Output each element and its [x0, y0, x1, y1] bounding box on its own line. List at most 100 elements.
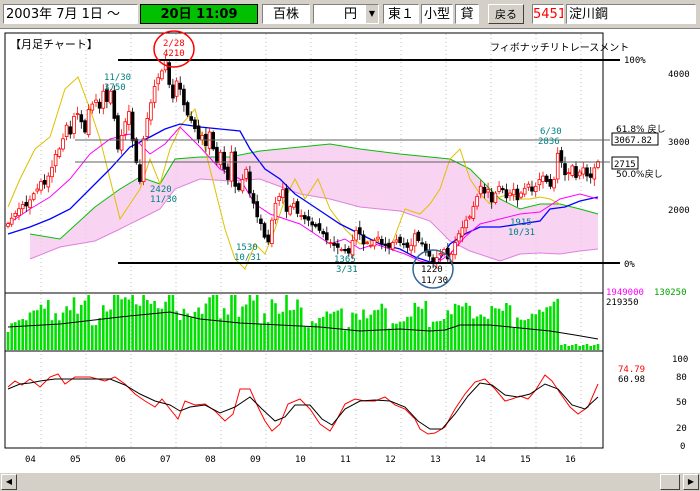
candle-body — [497, 185, 501, 192]
monthly-chart: 【月足チャート】 フィボナッチリトレースメント 100% 61.8% 戻し 50… — [4, 30, 690, 465]
volume-bar — [204, 303, 208, 350]
x-axis-label: 09 — [250, 455, 261, 465]
candle-body — [453, 242, 457, 256]
candle-body — [90, 103, 95, 111]
candle-body — [471, 206, 476, 219]
candle-body — [171, 84, 175, 99]
volume-bar — [391, 323, 395, 350]
volume-bar — [6, 332, 10, 350]
candle-body — [13, 212, 18, 217]
candle-body — [291, 202, 296, 208]
volume-bar — [171, 295, 175, 350]
volume-bar — [127, 299, 131, 350]
candle-body — [101, 90, 106, 109]
candle-body — [464, 219, 468, 229]
annotation-date: 6/30 — [540, 127, 562, 137]
candle-body — [237, 183, 241, 191]
candle-body — [251, 193, 256, 204]
candle-body — [248, 171, 252, 194]
candle-body — [233, 151, 238, 187]
scroll-left-icon[interactable]: ◀ — [1, 474, 17, 490]
candle-body — [500, 188, 505, 191]
candle-body — [519, 192, 523, 198]
volume-bar — [285, 295, 288, 350]
volume-bar — [116, 295, 120, 350]
start-date-field[interactable]: 2003年 7月 1日 ～ — [3, 4, 138, 24]
size-class-field: 小型 — [421, 4, 453, 24]
candle-body — [592, 167, 597, 180]
stoch-tick-0: 0 — [680, 442, 685, 452]
volume-bar — [512, 327, 515, 350]
chevron-down-icon[interactable]: ▼ — [366, 5, 378, 23]
volume-bar — [124, 297, 127, 350]
volume-bar — [472, 318, 475, 350]
volume-bar — [369, 314, 373, 350]
volume-bar — [72, 297, 76, 350]
stock-code-field[interactable]: 5451 — [532, 4, 564, 24]
volume-bar — [296, 299, 299, 350]
candle-body — [335, 243, 340, 248]
volume-bar — [178, 320, 182, 350]
candle-body — [57, 148, 62, 157]
volume-bar — [556, 298, 559, 350]
candle-body — [328, 242, 333, 245]
candle-body — [75, 113, 80, 115]
scroll-right-icon[interactable]: ▶ — [683, 474, 699, 490]
volume-bar — [259, 323, 263, 350]
volume-bar — [435, 321, 439, 350]
volume-bar — [211, 295, 215, 350]
volume-bar — [153, 301, 156, 350]
candle-body — [255, 201, 260, 218]
volume-bar — [292, 309, 296, 350]
volume-bar — [501, 310, 504, 350]
volume-bar — [65, 306, 68, 350]
scrollbar-thumb[interactable] — [660, 474, 680, 490]
candle-body — [350, 240, 355, 256]
candle-body — [570, 165, 575, 176]
volume-bar — [402, 321, 406, 350]
x-axis-label: 07 — [160, 455, 171, 465]
y-tick-4000: 4000 — [668, 70, 690, 80]
candle-body — [559, 150, 564, 163]
candle-body — [577, 171, 582, 177]
candle-body — [357, 227, 362, 235]
candle-body — [138, 164, 142, 182]
candle-body — [20, 204, 25, 210]
volume-bar — [39, 304, 43, 350]
candle-body — [24, 201, 29, 207]
x-axis-label: 15 — [520, 455, 531, 465]
horizontal-scrollbar[interactable]: ◀ ▶ — [0, 473, 700, 491]
volume-bar — [545, 307, 548, 350]
volume-bar — [358, 319, 362, 350]
volume-bar — [69, 310, 72, 350]
volume-bar — [516, 317, 519, 350]
x-axis-label: 08 — [205, 455, 216, 465]
candle-body — [478, 185, 483, 195]
volume-bar — [464, 302, 468, 350]
volume-bar — [274, 303, 277, 350]
volume-bar — [549, 306, 552, 350]
candle-body — [493, 192, 498, 203]
volume-bar — [574, 344, 578, 350]
candle-body — [581, 167, 586, 175]
volume-bars — [6, 295, 600, 350]
candle-body — [522, 187, 527, 195]
candle-body — [343, 248, 347, 252]
volume-bar — [281, 311, 285, 350]
candle-body — [83, 120, 87, 133]
back-button[interactable]: 戻る — [488, 4, 524, 24]
volume-bar — [578, 346, 581, 350]
volume-bar — [450, 314, 453, 350]
unit-field[interactable]: 百株 — [262, 4, 310, 24]
low-marker-date: 11/30 — [421, 276, 448, 286]
volume-bar — [420, 308, 424, 350]
candle-body — [339, 248, 344, 251]
annotation-price: 1915 — [510, 218, 532, 228]
candle-body — [409, 244, 413, 251]
candle-body — [376, 236, 380, 240]
candle-body — [324, 232, 329, 241]
volume-bar — [36, 310, 39, 350]
currency-select[interactable]: 円 ▼ — [313, 4, 379, 24]
volume-bar — [490, 306, 493, 350]
volume-bar — [461, 306, 464, 350]
